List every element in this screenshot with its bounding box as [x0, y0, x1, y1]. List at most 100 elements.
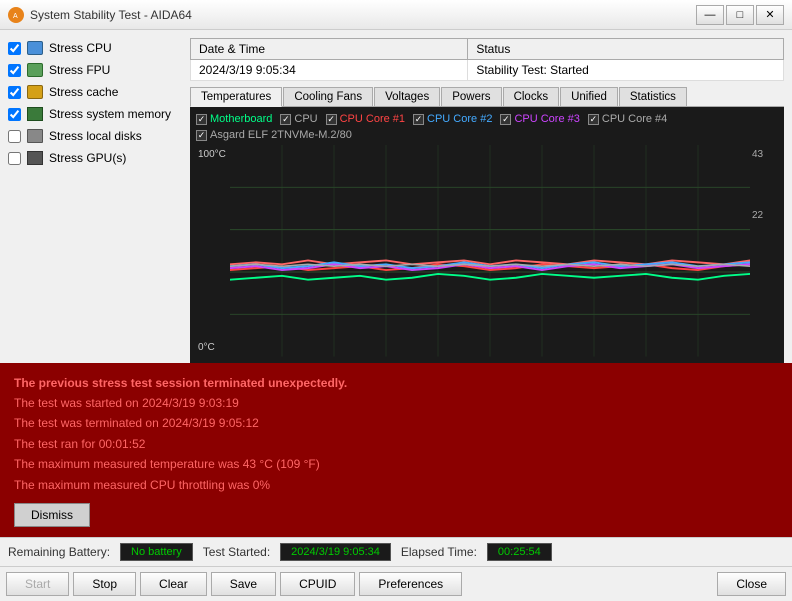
status-row: 2024/3/19 9:05:34 Stability Test: Starte…: [191, 60, 784, 81]
legend-core1-checkbox[interactable]: [326, 114, 337, 125]
stress-cpu-checkbox[interactable]: [8, 42, 21, 55]
window: A System Stability Test - AIDA64 — □ ✕ S…: [0, 0, 792, 601]
r-axis: 43 22: [750, 145, 778, 357]
toolbar-spacer: [466, 572, 713, 596]
error-line-4: The maximum measured temperature was 43 …: [14, 454, 778, 474]
stress-cache-checkbox[interactable]: [8, 86, 21, 99]
stress-memory-checkbox[interactable]: [8, 108, 21, 121]
left-panel: Stress CPU Stress FPU Stress cache: [0, 30, 190, 363]
legend-cpu: CPU: [280, 113, 317, 125]
battery-value: No battery: [120, 543, 193, 561]
stress-disks-checkbox[interactable]: [8, 130, 21, 143]
stress-gpu-label: Stress GPU(s): [49, 151, 126, 165]
cpu-icon: [25, 40, 45, 56]
tabs-area: Temperatures Cooling Fans Voltages Power…: [190, 87, 784, 363]
legend-core3-label: CPU Core #3: [514, 113, 579, 125]
checkbox-stress-fpu[interactable]: Stress FPU: [8, 60, 182, 80]
legend-core1: CPU Core #1: [326, 113, 405, 125]
clear-button[interactable]: Clear: [140, 572, 207, 596]
error-line-1: The test was started on 2024/3/19 9:03:1…: [14, 393, 778, 413]
right-panel: Date & Time Status 2024/3/19 9:05:34 Sta…: [190, 30, 792, 363]
stop-button[interactable]: Stop: [73, 572, 136, 596]
window-title: System Stability Test - AIDA64: [30, 8, 696, 22]
app-icon: A: [8, 7, 24, 23]
legend-core1-label: CPU Core #1: [340, 113, 405, 125]
chart-graph: [230, 145, 750, 357]
tab-statistics[interactable]: Statistics: [619, 87, 687, 106]
stress-cache-label: Stress cache: [49, 85, 118, 99]
battery-label: Remaining Battery:: [8, 545, 110, 559]
tab-powers[interactable]: Powers: [441, 87, 501, 106]
stress-fpu-checkbox[interactable]: [8, 64, 21, 77]
legend-motherboard: Motherboard: [196, 113, 272, 125]
status-bar: Remaining Battery: No battery Test Start…: [0, 537, 792, 566]
gpu-icon: [25, 150, 45, 166]
memory-icon: [25, 106, 45, 122]
stress-disks-label: Stress local disks: [49, 129, 142, 143]
col-datetime: Date & Time: [191, 39, 468, 60]
start-button[interactable]: Start: [6, 572, 69, 596]
cache-icon: [25, 84, 45, 100]
fpu-icon: [25, 62, 45, 78]
chart-svg: [230, 145, 750, 357]
window-controls: — □ ✕: [696, 5, 784, 25]
tab-unified[interactable]: Unified: [560, 87, 618, 106]
legend-core3-checkbox[interactable]: [500, 114, 511, 125]
legend-ssd: Asgard ELF 2TNVMe-M.2/80: [196, 129, 352, 141]
y-max: 100°C: [198, 149, 228, 160]
bottom-toolbar: Start Stop Clear Save CPUID Preferences …: [0, 566, 792, 601]
elapsed-value: 00:25:54: [487, 543, 552, 561]
disk-icon: [25, 128, 45, 144]
chart-area: Motherboard CPU CPU Core #1 CPU Cor: [190, 107, 784, 363]
minimize-button[interactable]: —: [696, 5, 724, 25]
tab-voltages[interactable]: Voltages: [374, 87, 440, 106]
svg-text:A: A: [13, 13, 18, 20]
status-datetime: 2024/3/19 9:05:34: [191, 60, 468, 81]
checkbox-stress-cache[interactable]: Stress cache: [8, 82, 182, 102]
close-window-button[interactable]: ✕: [756, 5, 784, 25]
dismiss-button[interactable]: Dismiss: [14, 503, 90, 527]
y-axis: 100°C 0°C: [196, 145, 230, 357]
maximize-button[interactable]: □: [726, 5, 754, 25]
test-started-value: 2024/3/19 9:05:34: [280, 543, 391, 561]
legend-ssd-checkbox[interactable]: [196, 130, 207, 141]
legend-core4-checkbox[interactable]: [588, 114, 599, 125]
test-started-label: Test Started:: [203, 545, 270, 559]
tab-bar: Temperatures Cooling Fans Voltages Power…: [190, 87, 784, 107]
tab-clocks[interactable]: Clocks: [503, 87, 560, 106]
legend-mb-checkbox[interactable]: [196, 114, 207, 125]
elapsed-label: Elapsed Time:: [401, 545, 477, 559]
legend-mb-label: Motherboard: [210, 113, 272, 125]
checkbox-stress-cpu[interactable]: Stress CPU: [8, 38, 182, 58]
close-button[interactable]: Close: [717, 572, 786, 596]
y-min: 0°C: [198, 342, 228, 353]
stress-gpu-checkbox[interactable]: [8, 152, 21, 165]
r-max: 43: [752, 149, 776, 160]
preferences-button[interactable]: Preferences: [359, 572, 462, 596]
legend-ssd-label: Asgard ELF 2TNVMe-M.2/80: [210, 129, 352, 141]
stress-memory-label: Stress system memory: [49, 107, 171, 121]
tab-temperatures[interactable]: Temperatures: [190, 87, 282, 107]
error-line-3: The test ran for 00:01:52: [14, 434, 778, 454]
legend-core4: CPU Core #4: [588, 113, 667, 125]
chart-legend: Motherboard CPU CPU Core #1 CPU Cor: [196, 113, 778, 125]
stress-cpu-label: Stress CPU: [49, 41, 112, 55]
error-panel: The previous stress test session termina…: [0, 363, 792, 537]
checkbox-stress-gpu[interactable]: Stress GPU(s): [8, 148, 182, 168]
chart-legend-row2: Asgard ELF 2TNVMe-M.2/80: [196, 129, 778, 141]
legend-core2-checkbox[interactable]: [413, 114, 424, 125]
main-content: Stress CPU Stress FPU Stress cache: [0, 30, 792, 363]
tab-cooling-fans[interactable]: Cooling Fans: [283, 87, 373, 106]
checkbox-stress-disks[interactable]: Stress local disks: [8, 126, 182, 146]
legend-cpu-label: CPU: [294, 113, 317, 125]
legend-core2-label: CPU Core #2: [427, 113, 492, 125]
status-table: Date & Time Status 2024/3/19 9:05:34 Sta…: [190, 38, 784, 81]
error-line-0: The previous stress test session termina…: [14, 373, 778, 393]
title-bar: A System Stability Test - AIDA64 — □ ✕: [0, 0, 792, 30]
cpuid-button[interactable]: CPUID: [280, 572, 355, 596]
legend-cpu-checkbox[interactable]: [280, 114, 291, 125]
checkbox-stress-memory[interactable]: Stress system memory: [8, 104, 182, 124]
r-min: 22: [752, 210, 776, 221]
save-button[interactable]: Save: [211, 572, 276, 596]
status-text: Stability Test: Started: [468, 60, 784, 81]
